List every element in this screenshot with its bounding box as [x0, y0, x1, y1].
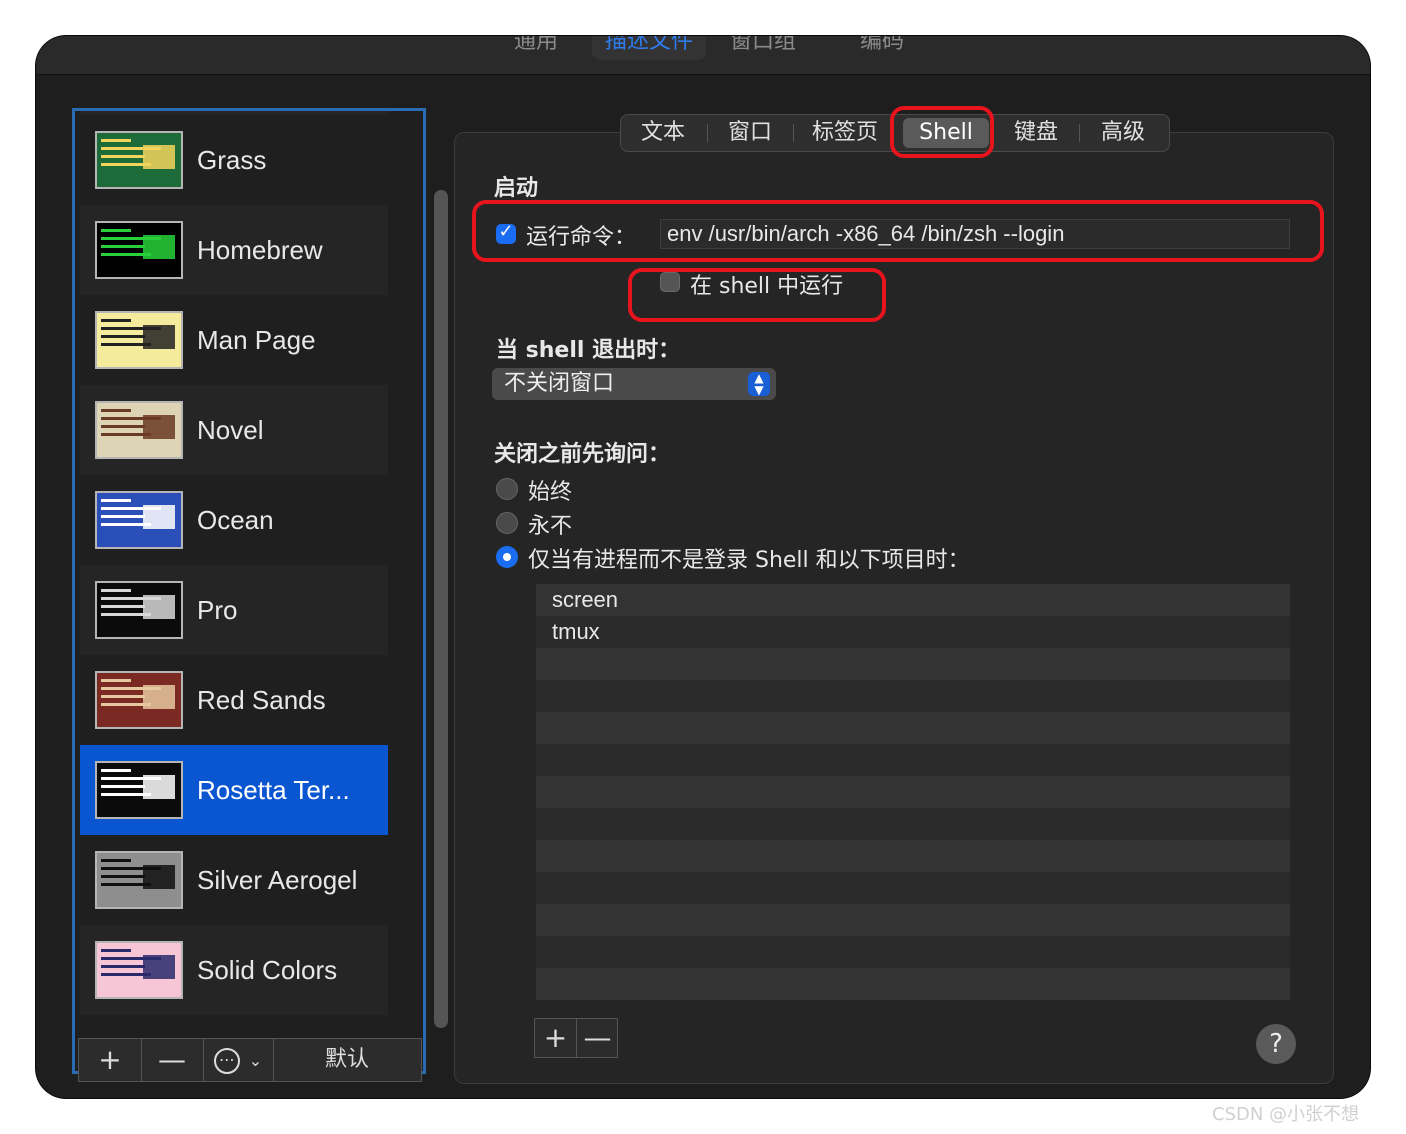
- tab-encodings[interactable]: 编码: [842, 36, 922, 60]
- ellipsis-circle-icon: ⋯: [213, 1048, 240, 1074]
- process-name: tmux: [552, 619, 600, 644]
- empty-row: [536, 840, 1290, 872]
- empty-row: [536, 744, 1290, 776]
- process-list: screen tmux: [536, 584, 1290, 1000]
- tab-profiles[interactable]: 描述文件: [592, 36, 706, 60]
- profile-list: Grass Homebrew Man Page Novel Ocean Pro …: [72, 108, 426, 1074]
- profile-thumbnail: [95, 851, 183, 909]
- help-button[interactable]: ?: [1256, 1024, 1296, 1064]
- tab-general[interactable]: 通用: [496, 36, 576, 60]
- remove-profile-button[interactable]: —: [141, 1039, 204, 1081]
- profile-row-solid-colors[interactable]: Solid Colors: [80, 925, 388, 1015]
- remove-process-button[interactable]: —: [577, 1019, 618, 1057]
- process-name: screen: [552, 587, 619, 612]
- empty-row: [536, 808, 1290, 840]
- profile-thumbnail: [95, 311, 183, 369]
- empty-row: [536, 872, 1290, 904]
- profile-name: Man Page: [197, 325, 316, 355]
- profile-row-pro[interactable]: Pro: [80, 565, 388, 655]
- add-process-button[interactable]: +: [535, 1019, 577, 1057]
- profile-row-grass[interactable]: Grass: [80, 115, 388, 205]
- profile-row-silver-aerogel[interactable]: Silver Aerogel: [80, 835, 388, 925]
- radio-never-label: 永不: [528, 514, 573, 539]
- divider: [1079, 124, 1080, 142]
- profile-thumbnail: [95, 941, 183, 999]
- profile-name: Ocean: [197, 505, 274, 535]
- add-profile-button[interactable]: +: [79, 1039, 142, 1081]
- profile-name: Silver Aerogel: [197, 865, 358, 895]
- tab-tabs[interactable]: 标签页: [797, 115, 893, 151]
- profile-name: Grass: [197, 145, 267, 175]
- profile-thumbnail: [95, 401, 183, 459]
- list-item[interactable]: tmux: [536, 616, 1290, 648]
- profile-thumbnail: [95, 761, 183, 819]
- terminal-settings-window: 通用 描述文件 窗口组 编码 Grass Homebrew Man Page N…: [36, 36, 1370, 1098]
- profile-name: Solid Colors: [197, 955, 338, 985]
- tab-window[interactable]: 窗口: [711, 115, 789, 151]
- empty-row: [536, 776, 1290, 808]
- empty-row: [536, 936, 1290, 968]
- up-down-chevron-icon: ▲ ▼: [748, 372, 770, 396]
- tab-advanced[interactable]: 高级: [1083, 115, 1163, 151]
- divider: [707, 124, 708, 142]
- radio-only-if-processes-label: 仅当有进程而不是登录 Shell 和以下项目时：: [528, 548, 970, 573]
- annotation-box-run-command: [472, 200, 1324, 262]
- annotation-box-shell-tab: [890, 106, 994, 158]
- empty-row: [536, 648, 1290, 680]
- profile-name: Homebrew: [197, 235, 323, 265]
- profile-name: Novel: [197, 415, 264, 445]
- empty-row: [536, 680, 1290, 712]
- profile-row-man-page[interactable]: Man Page: [80, 295, 388, 385]
- annotation-box-run-in-shell: [628, 268, 886, 322]
- profile-row-red-sands[interactable]: Red Sands: [80, 655, 388, 745]
- empty-row: [536, 968, 1290, 1000]
- chevron-down-icon: ⌄: [248, 1051, 263, 1070]
- on-exit-selected-value: 不关闭窗口: [504, 371, 615, 396]
- scrollbar-thumb[interactable]: [434, 190, 448, 1028]
- empty-row: [536, 904, 1290, 936]
- profile-name: Red Sands: [197, 685, 326, 715]
- profile-row-novel[interactable]: Novel: [80, 385, 388, 475]
- on-exit-heading: 当 shell 退出时：: [496, 338, 681, 363]
- watermark: CSDN @小张不想: [1212, 1104, 1360, 1125]
- list-item[interactable]: screen: [536, 584, 1290, 616]
- process-list-buttons: + —: [534, 1018, 618, 1058]
- profile-thumbnail: [95, 671, 183, 729]
- set-default-button[interactable]: 默认: [273, 1039, 421, 1081]
- profile-row-ocean[interactable]: Ocean: [80, 475, 388, 565]
- startup-heading: 启动: [494, 176, 539, 201]
- profile-list-toolbar: + — ⋯ ⌄ 默认: [78, 1038, 422, 1082]
- divider: [793, 124, 794, 142]
- profile-thumbnail: [95, 491, 183, 549]
- radio-always[interactable]: [496, 478, 518, 500]
- list-item[interactable]: [80, 111, 388, 115]
- profile-name: Rosetta Ter...: [197, 775, 350, 805]
- profile-thumbnail: [95, 221, 183, 279]
- tab-text[interactable]: 文本: [625, 115, 701, 151]
- radio-only-if-processes[interactable]: [496, 546, 518, 568]
- profile-thumbnail: [95, 131, 183, 189]
- profile-row-rosetta-terminal[interactable]: Rosetta Ter...: [80, 745, 388, 835]
- on-exit-select[interactable]: 不关闭窗口 ▲ ▼: [492, 368, 776, 400]
- profile-row-homebrew[interactable]: Homebrew: [80, 205, 388, 295]
- ask-before-close-heading: 关闭之前先询问：: [494, 442, 671, 467]
- profile-name: Pro: [197, 595, 238, 625]
- profile-actions-menu-button[interactable]: ⋯ ⌄: [203, 1039, 274, 1081]
- radio-never[interactable]: [496, 512, 518, 534]
- tab-window-groups[interactable]: 窗口组: [720, 36, 806, 60]
- profile-list-scrollbar[interactable]: [434, 110, 448, 1028]
- empty-row: [536, 712, 1290, 744]
- tab-keyboard[interactable]: 键盘: [997, 115, 1075, 151]
- toolbar: 通用 描述文件 窗口组 编码: [36, 36, 1370, 75]
- profile-thumbnail: [95, 581, 183, 639]
- radio-always-label: 始终: [528, 480, 573, 505]
